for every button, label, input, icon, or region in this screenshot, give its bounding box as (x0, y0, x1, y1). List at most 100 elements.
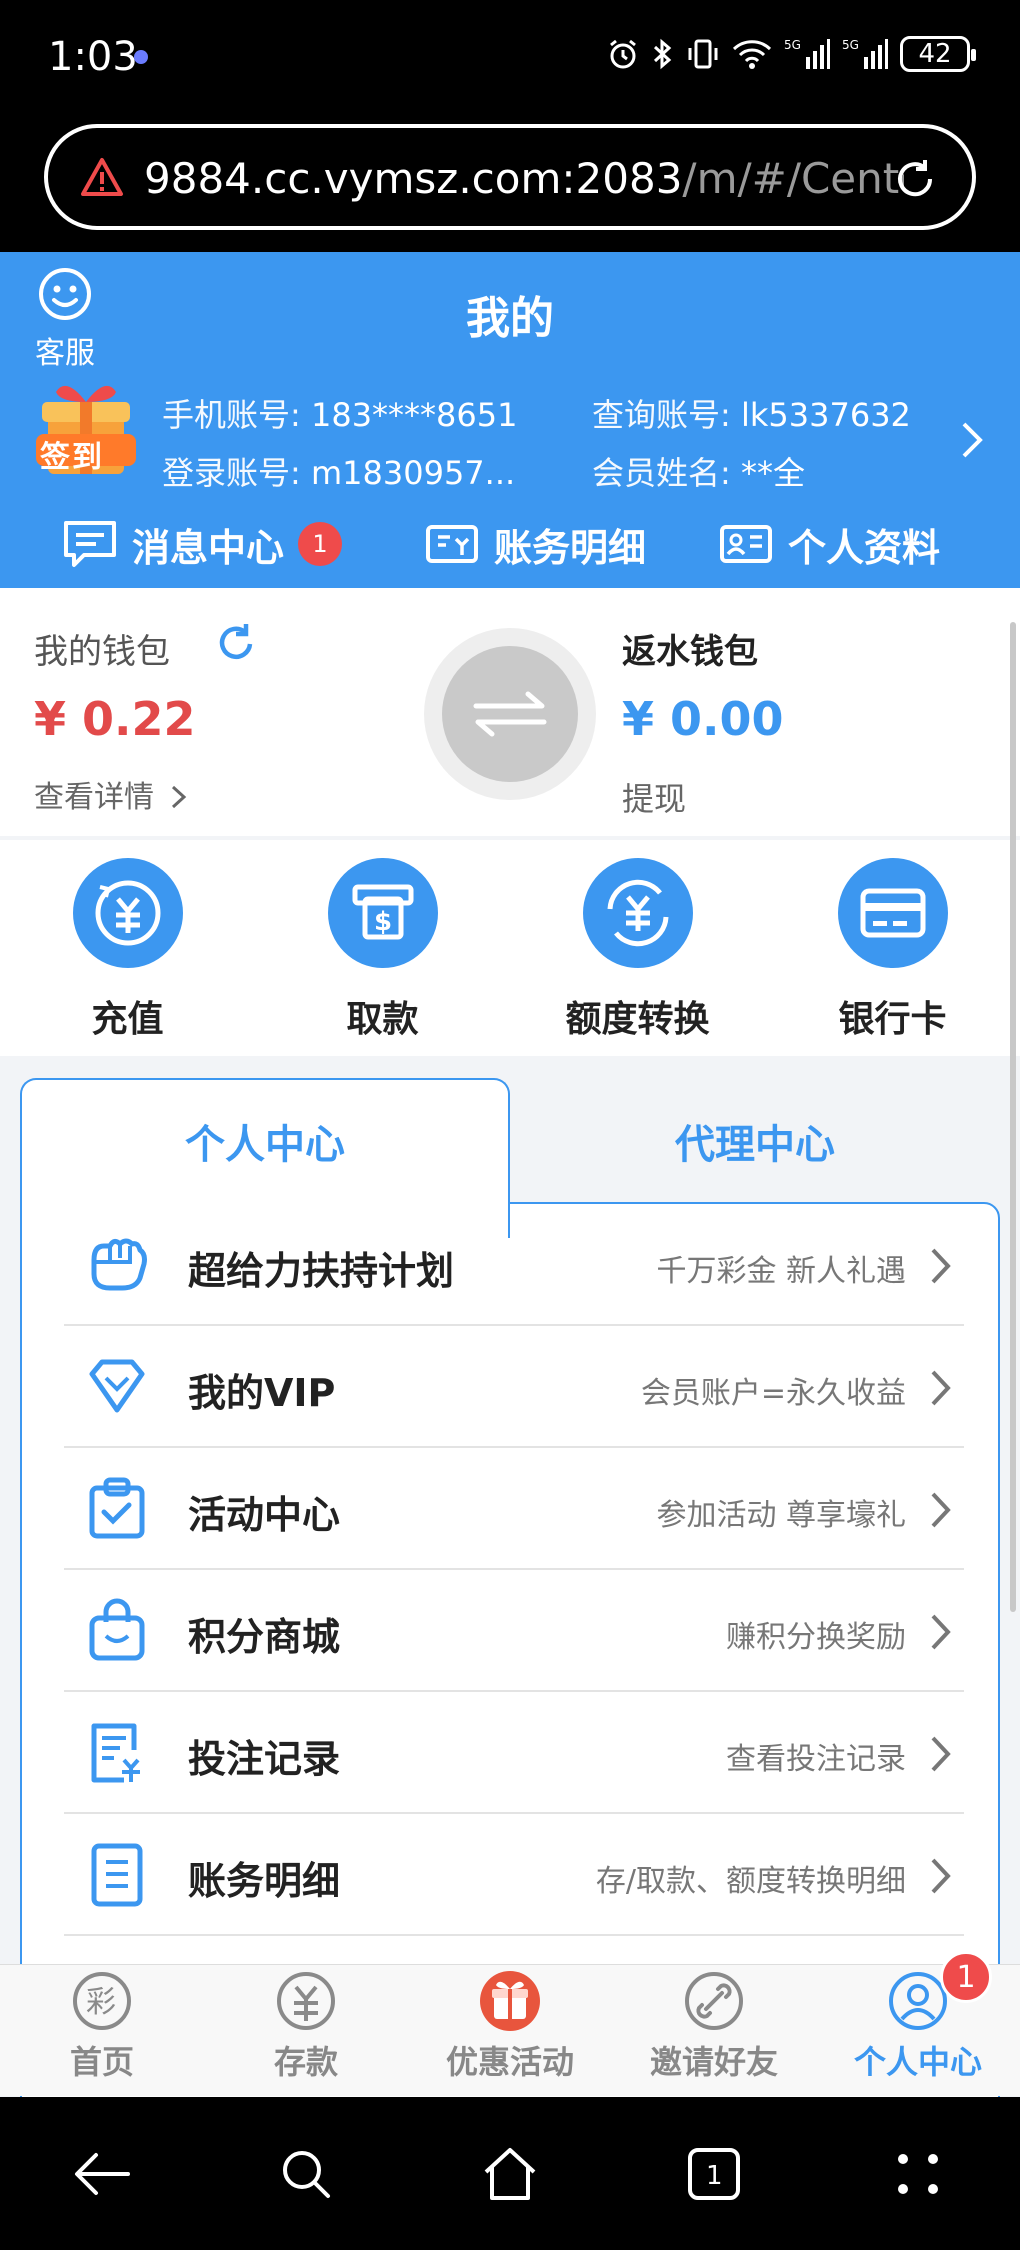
message-badge: 1 (298, 522, 343, 566)
diamond-icon (89, 1359, 145, 1413)
tabs-button[interactable]: 1 (654, 2114, 774, 2234)
chevron-right-icon (171, 785, 186, 809)
account-details-label: 账务明细 (494, 525, 647, 570)
notification-dot-icon (134, 50, 148, 64)
refresh-icon[interactable] (216, 620, 256, 668)
bank-card-button[interactable]: 银行卡 (765, 840, 1020, 1056)
url-path: /m/#/Center (682, 154, 904, 203)
quick-actions: 充值 $ 取款 额度转换 银行卡 (0, 840, 1020, 1056)
battery-icon: 42 (900, 36, 976, 72)
menu-item-my-vip[interactable]: 我的VIP 会员账户=永久收益 (64, 1326, 964, 1448)
home-button[interactable] (450, 2114, 570, 2234)
credit-transfer-button[interactable]: 额度转换 (510, 840, 765, 1056)
alarm-icon (606, 37, 640, 71)
nav-personal-center[interactable]: 个人中心 1 (816, 1951, 1020, 2096)
personal-info-label: 个人资料 (788, 525, 941, 570)
chevron-right-icon (931, 1492, 951, 1528)
center-panel: 超给力扶持计划 千万彩金 新人礼遇 我的VIP 会员账户=永久收益 活动中心 参… (20, 1078, 1000, 2097)
my-wallet-label: 我的钱包 (34, 632, 170, 672)
deposit-icon (277, 1972, 335, 2030)
gift-box-icon (480, 1971, 540, 2031)
reload-icon[interactable] (890, 154, 940, 208)
member-name: 会员姓名: **全 (592, 454, 805, 492)
back-arrow-icon (75, 2153, 130, 2195)
exchange-yuan-icon (607, 879, 668, 947)
status-bar: 1:03 5G 5G 42 (0, 0, 1020, 118)
menu-item-label: 我的VIP (188, 1371, 336, 1415)
rebate-wallet-label: 返水钱包 (622, 632, 758, 672)
signal-5g-icon: 5G (784, 37, 830, 71)
nav-label: 邀请好友 (649, 2043, 778, 2081)
menu-item-subtitle: 赚积分换奖励 (726, 1620, 906, 1655)
nav-label: 优惠活动 (445, 2043, 574, 2081)
recharge-button[interactable]: 充值 (0, 840, 255, 1056)
chevron-right-icon[interactable] (960, 420, 984, 464)
menu-item-points-mall[interactable]: 积分商城 赚积分换奖励 (64, 1570, 964, 1692)
search-icon (283, 2151, 330, 2198)
svg-text:5G: 5G (784, 38, 801, 52)
scrollbar[interactable] (1010, 622, 1016, 1612)
nav-label: 个人中心 (853, 2043, 982, 2081)
profile-header: 客服 我的 签到 手机账号: 183****8651 查询账号: lk53376… (0, 252, 1020, 588)
menu-item-activity-center[interactable]: 活动中心 参加活动 尊享壕礼 (64, 1448, 964, 1570)
back-button[interactable] (42, 2114, 162, 2234)
address-bar[interactable]: 9884.cc.vymsz.com:2083/m/#/Center (44, 124, 976, 230)
clipboard-check-icon (89, 1477, 145, 1539)
wifi-icon (732, 37, 772, 71)
signal-5g-icon: 5G (842, 37, 888, 71)
wallet-card: 我的钱包 ¥ 0.22 查看详情 返水钱包 ¥ 0.00 提现 (0, 588, 1020, 836)
message-icon (64, 521, 116, 567)
tab-agent-center[interactable]: 代理中心 (510, 1078, 1000, 1204)
nav-label: 存款 (273, 2043, 338, 2081)
warning-icon[interactable] (80, 156, 124, 204)
view-details-link[interactable]: 查看详情 (34, 772, 188, 816)
menu-item-label: 活动中心 (188, 1493, 341, 1537)
yuan-coin-icon (95, 880, 160, 946)
home-icon (484, 2148, 536, 2200)
withdraw-link[interactable]: 提现 (622, 774, 686, 820)
swap-arrows-icon (473, 691, 547, 737)
menu-item-label: 投注记录 (188, 1737, 341, 1781)
nav-promotions[interactable]: 优惠活动 (408, 1965, 612, 2096)
nav-invite-friends[interactable]: 邀请好友 (612, 1965, 816, 2096)
tab-personal-center[interactable]: 个人中心 (20, 1078, 510, 1204)
bluetooth-icon (652, 37, 674, 71)
status-time: 1:03 (48, 34, 138, 80)
menu-item-label: 账务明细 (188, 1859, 341, 1903)
menu-item-account-details[interactable]: 账务明细 存/取款、额度转换明细 (64, 1814, 964, 1936)
system-nav-bar: 1 (0, 2098, 1020, 2250)
id-card-icon (720, 525, 772, 563)
menu-button[interactable] (858, 2114, 978, 2234)
search-button[interactable] (246, 2114, 366, 2234)
chevron-right-icon (931, 1736, 951, 1772)
svg-text:彩: 彩 (86, 1985, 116, 2020)
page-title: 我的 (466, 293, 554, 344)
menu-item-subtitle: 存/取款、额度转换明细 (595, 1864, 906, 1899)
bill-icon (426, 525, 478, 563)
tabs-icon: 1 (688, 2148, 740, 2200)
menu-list: 超给力扶持计划 千万彩金 新人礼遇 我的VIP 会员账户=永久收益 活动中心 参… (20, 1202, 1000, 2097)
menu-item-subtitle: 查看投注记录 (726, 1742, 906, 1777)
fist-icon (91, 1238, 147, 1291)
sign-in-gift-button[interactable]: 签到 (30, 380, 142, 480)
nav-label: 首页 (69, 2043, 134, 2081)
ledger-icon (91, 1843, 143, 1907)
swap-button[interactable] (424, 628, 596, 800)
account-details-link[interactable]: 账务明细 (424, 514, 646, 574)
svg-text:1: 1 (706, 2161, 723, 2191)
chevron-right-icon (931, 1858, 951, 1894)
message-center-link[interactable]: 消息中心 1 (62, 514, 343, 574)
nav-deposit[interactable]: 存款 (204, 1965, 408, 2096)
chevron-right-icon (931, 1614, 951, 1650)
message-center-label: 消息中心 (132, 525, 285, 570)
link-icon (685, 1972, 743, 2030)
url-host: 9884.cc.vymsz.com:2083 (144, 154, 683, 203)
svg-text:$: $ (374, 907, 392, 937)
chevron-right-icon (931, 1370, 951, 1406)
withdraw-button[interactable]: $ 取款 (255, 840, 510, 1056)
nav-home[interactable]: 彩 首页 (0, 1965, 204, 2096)
url-text[interactable]: 9884.cc.vymsz.com:2083/m/#/Center (144, 154, 904, 203)
bank-card-label: 银行卡 (838, 999, 947, 1040)
menu-item-bet-records[interactable]: 投注记录 查看投注记录 (64, 1692, 964, 1814)
personal-info-link[interactable]: 个人资料 (718, 514, 940, 574)
